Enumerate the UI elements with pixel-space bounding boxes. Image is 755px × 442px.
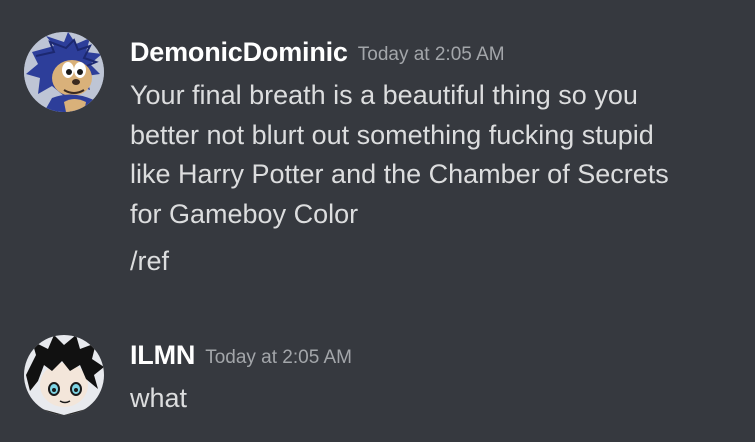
username[interactable]: DemonicDominic [130,37,348,67]
message-line: for Gameboy Color [130,198,359,229]
message-body: Your final breath is a beautiful thing s… [130,76,740,282]
username[interactable]: ILMN [130,340,195,370]
user-avatar-ilmn[interactable] [24,335,104,415]
message-header: DemonicDominic Today at 2:05 AM [130,30,505,78]
message-line: Your final breath is a beautiful thing s… [130,80,638,110]
blue-hedgehog-avatar-icon [24,32,104,112]
message-body: what [130,379,740,419]
message-header: ILMN Today at 2:05 AM [130,333,352,381]
message-line: what [130,383,188,413]
message-line: better not blurt out something fucking s… [130,119,654,150]
timestamp[interactable]: Today at 2:05 AM [358,44,505,65]
user-avatar-demonicdominic[interactable] [24,32,104,112]
message-followup: /ref [130,246,170,276]
black-hair-character-avatar-icon [24,335,104,415]
message-line: like Harry Potter and the Chamber of Sec… [130,159,669,189]
timestamp[interactable]: Today at 2:05 AM [205,347,352,368]
